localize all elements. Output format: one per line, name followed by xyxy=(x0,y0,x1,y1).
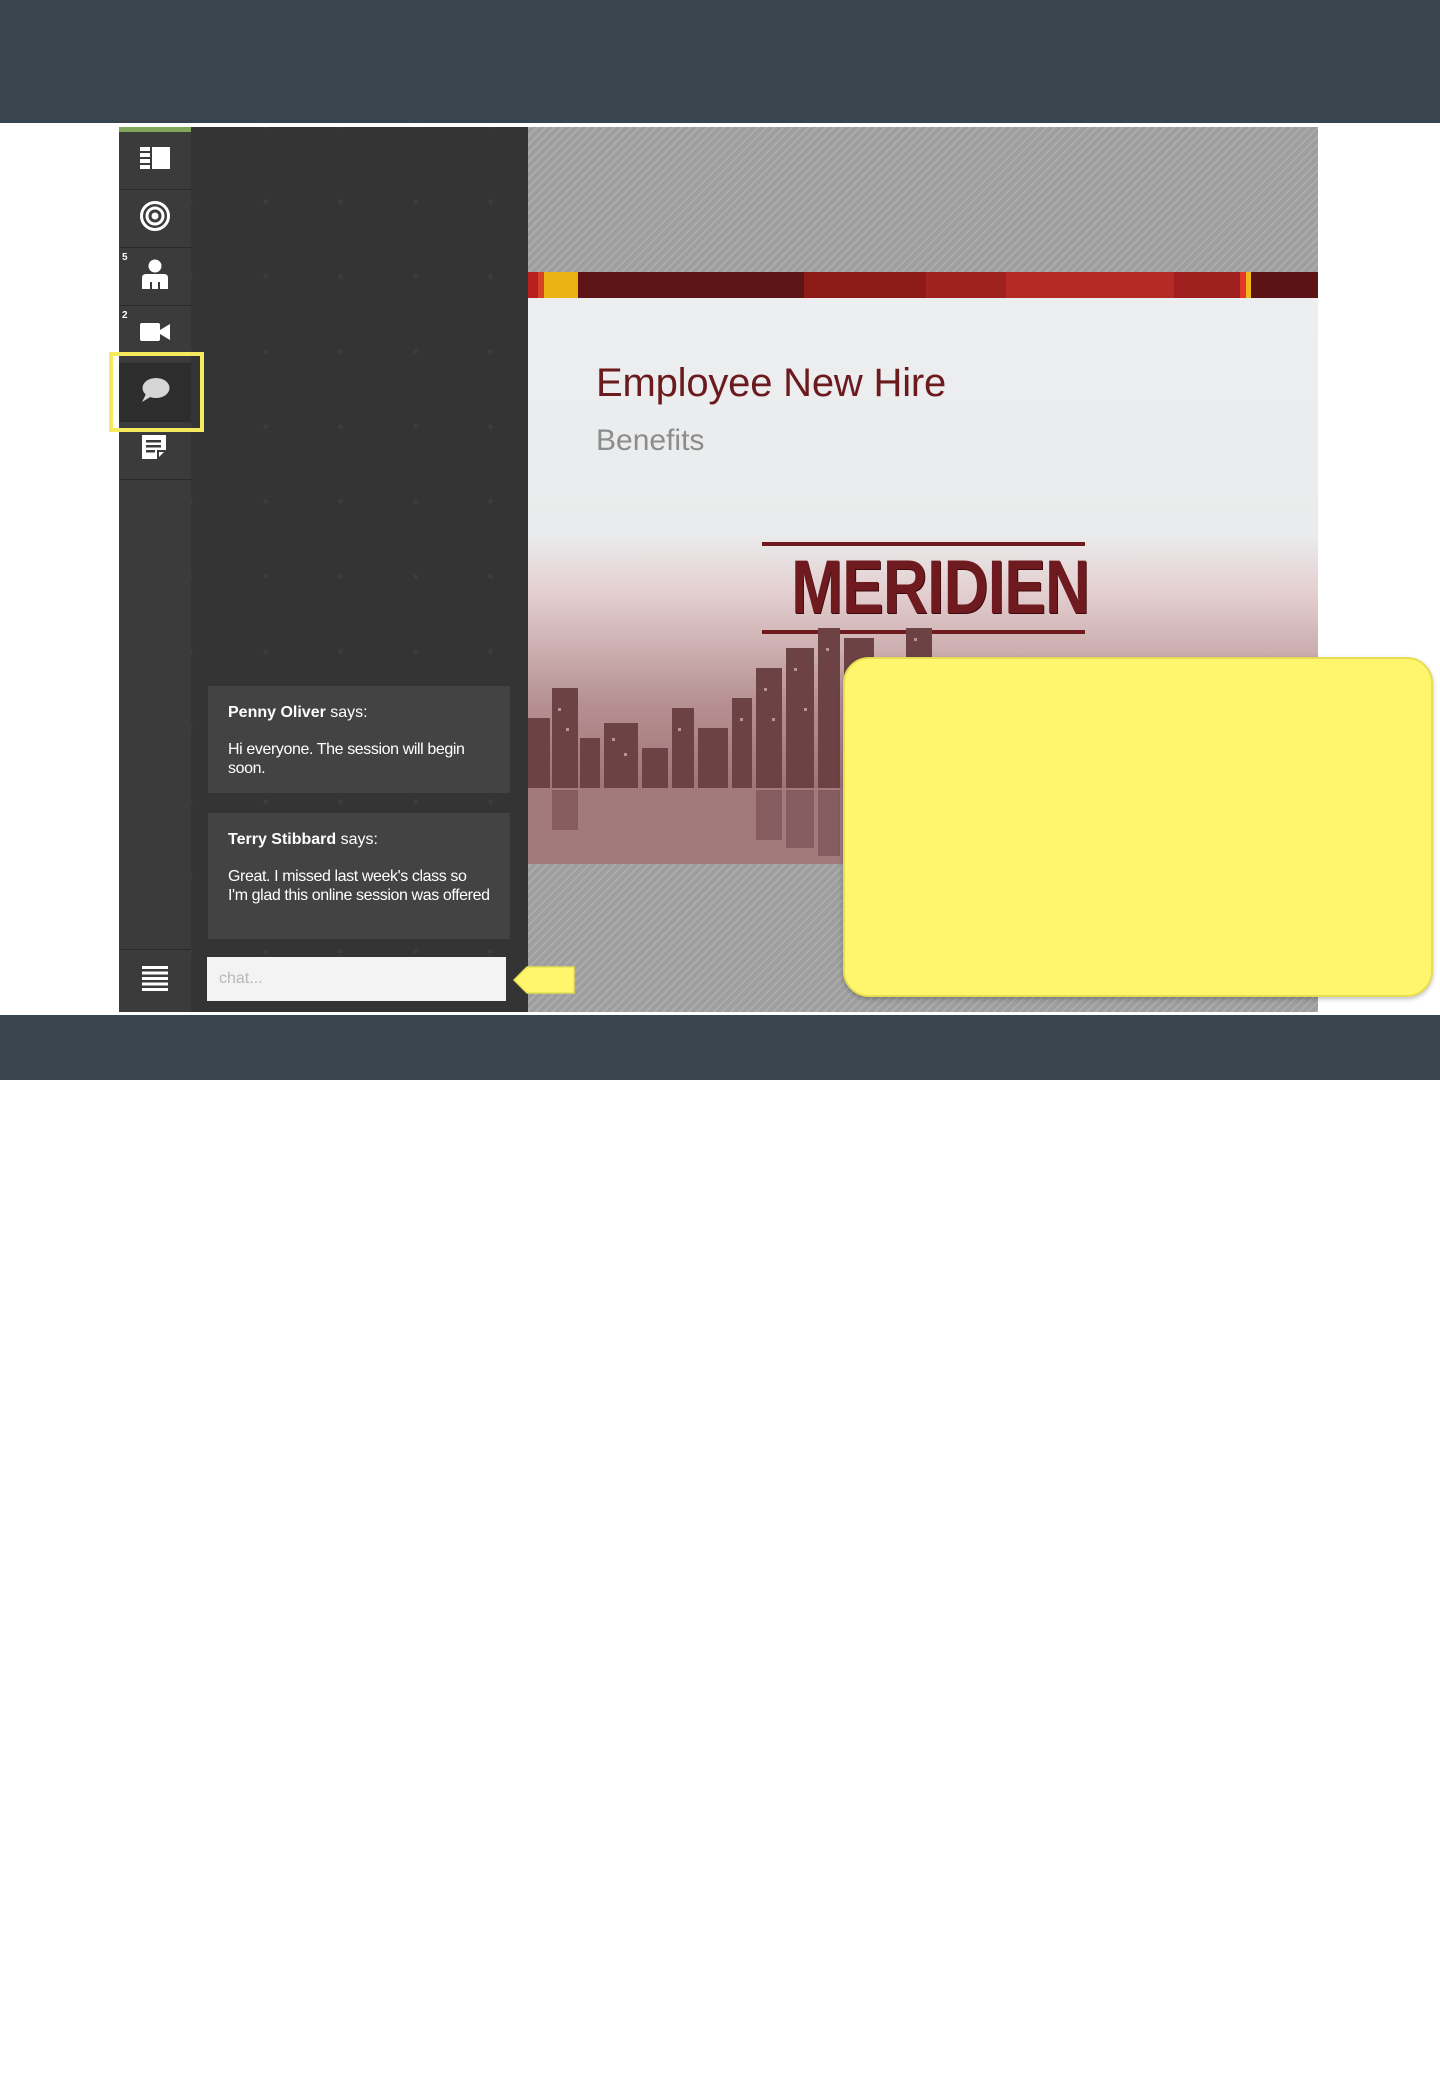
message-author: Penny Oliver xyxy=(228,704,326,721)
bottom-banner: Adobe xyxy=(0,1015,1440,2080)
company-logo-text: MERIDIEN xyxy=(791,545,1090,630)
adobe-logo-text: Adobe xyxy=(1382,2068,1418,2080)
slide-subtitle: Benefits xyxy=(596,424,705,457)
hamburger-menu-icon xyxy=(142,966,168,997)
message-author: Terry Stibbard xyxy=(228,831,337,848)
slide-title: Employee New Hire xyxy=(596,361,947,405)
top-banner xyxy=(0,0,1440,123)
chat-icon-highlight xyxy=(109,352,204,432)
video-count-badge: 2 xyxy=(122,310,128,321)
chat-input[interactable] xyxy=(207,957,506,1001)
slide-color-band xyxy=(528,272,1318,298)
chat-message: Terry Stibbard says: Great. I missed las… xyxy=(208,813,510,939)
layout-icon xyxy=(140,147,170,174)
rail-item-attendees[interactable]: 5 xyxy=(119,248,191,306)
message-says-label: says: xyxy=(330,704,368,721)
rail-item-layouts[interactable] xyxy=(119,132,191,190)
notes-icon xyxy=(142,435,168,466)
callout-pointer-arrow xyxy=(513,966,575,994)
chat-message: Penny Oliver says: Hi everyone. The sess… xyxy=(208,686,510,793)
message-text: Great. I missed last week's class so I'm… xyxy=(228,868,490,904)
attendee-count-badge: 5 xyxy=(122,252,128,263)
callout-box xyxy=(843,657,1433,997)
pod-icon-rail: 5 2 xyxy=(119,127,191,1012)
company-logo: MERIDIEN xyxy=(762,542,1090,636)
rail-menu-button[interactable] xyxy=(119,949,191,1013)
rail-item-broadcast[interactable] xyxy=(119,190,191,248)
adobe-logo-icon xyxy=(1383,2041,1413,2067)
chat-pod: Penny Oliver says: Hi everyone. The sess… xyxy=(191,127,528,1012)
message-says-label: says: xyxy=(340,831,378,848)
adobe-logo: Adobe xyxy=(1382,2041,1418,2085)
message-text: Hi everyone. The session will begin soon… xyxy=(228,741,465,777)
broadcast-icon xyxy=(139,200,171,237)
video-camera-icon xyxy=(140,323,170,346)
person-icon xyxy=(141,259,169,294)
